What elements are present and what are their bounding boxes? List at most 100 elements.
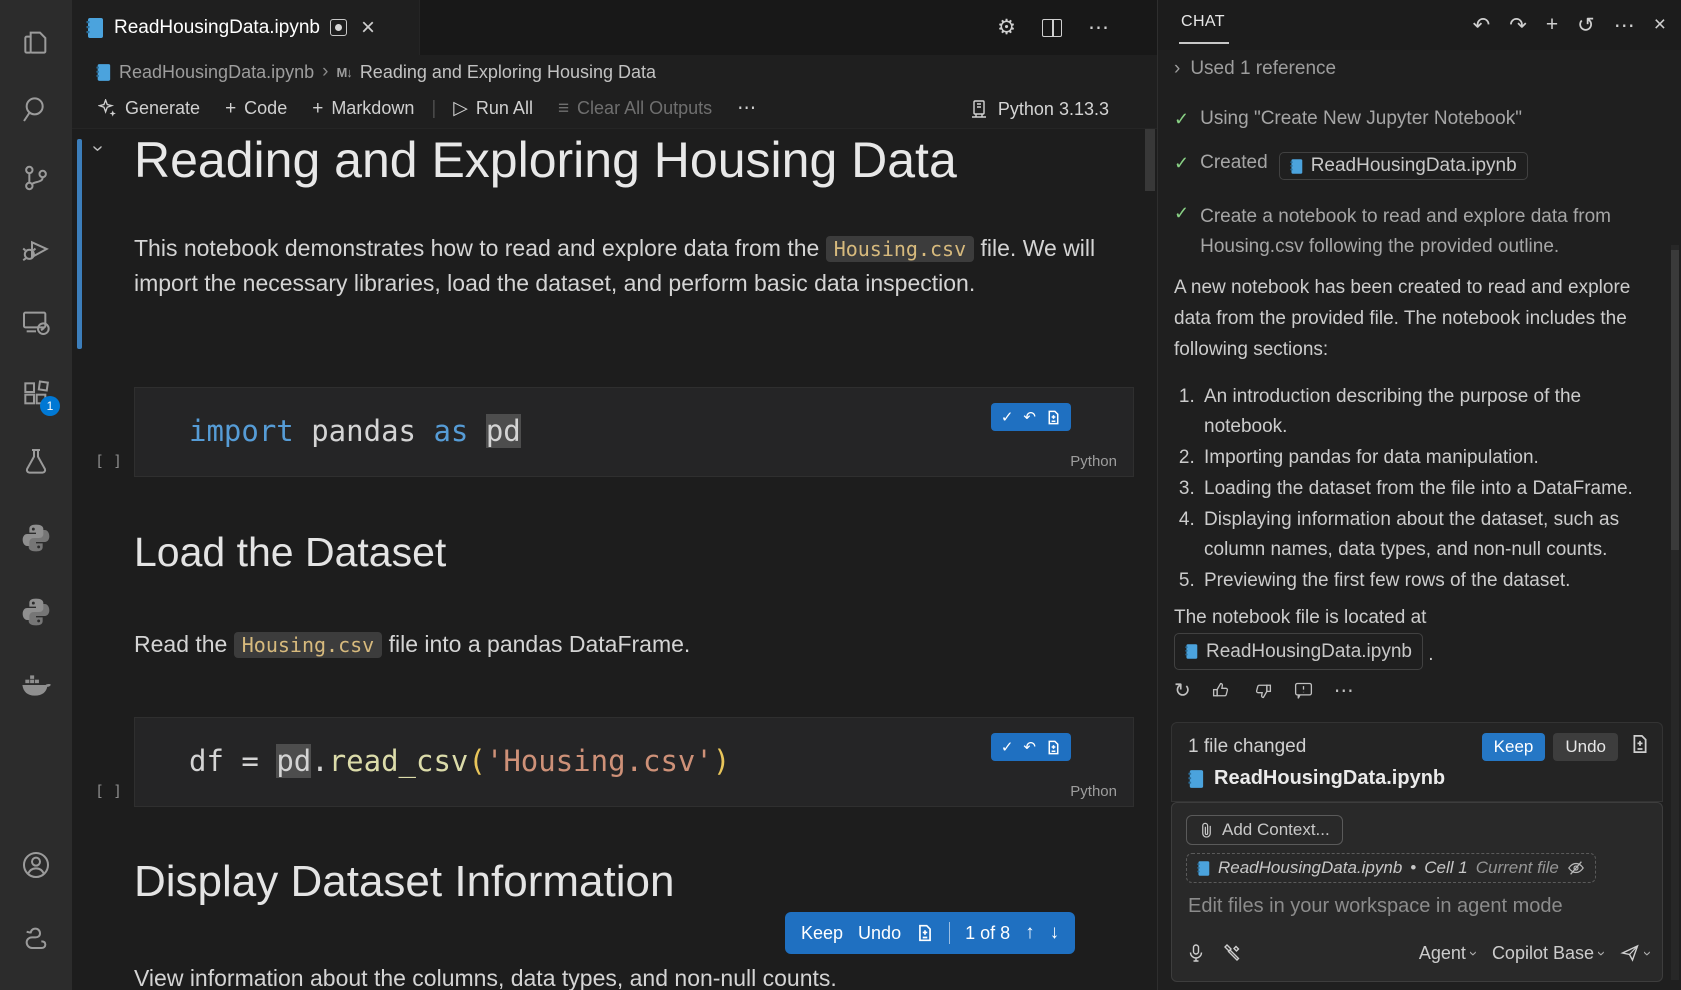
report-issue-icon[interactable] [1293,680,1314,701]
add-code-label: Code [244,98,287,119]
located-file-name: ReadHousingData.ipynb [1206,636,1412,667]
run-debug-icon[interactable] [0,221,72,277]
mic-icon[interactable] [1186,943,1206,963]
modified-indicator-icon[interactable] [330,19,347,36]
location-text-period: . [1428,644,1433,665]
add-markdown-button[interactable]: + Markdown [304,94,422,124]
changed-file-name: ReadHousingData.ipynb [1214,767,1445,790]
source-control-icon[interactable] [0,150,72,206]
rerun-request-icon[interactable]: ↻ [1174,678,1191,703]
keep-all-button[interactable]: Keep [1482,733,1546,761]
chat-input-box[interactable]: Add Context... ReadHousingData.ipynb • C… [1171,802,1663,982]
code-line[interactable]: df = pd.read_csv('Housing.csv') [189,744,730,778]
toolbar-divider: | [431,98,436,120]
cell-language-label[interactable]: Python [1070,453,1117,470]
add-context-button[interactable]: Add Context... [1186,815,1343,845]
editor-more-icon[interactable]: ⋯ [1088,15,1109,40]
new-chat-icon[interactable]: + [1546,13,1558,37]
docker-icon[interactable] [0,657,72,713]
undo-button[interactable]: Undo [858,923,901,944]
code-token: read_csv [329,744,469,778]
python-icon[interactable] [0,510,72,566]
editor-scrollbar[interactable] [1145,129,1155,191]
created-file-name: ReadHousingData.ipynb [1311,155,1517,177]
breadcrumb-file[interactable]: ReadHousingData.ipynb [119,62,314,83]
toolbar-more-button[interactable]: ⋯ [729,93,764,124]
inline-code-housing-csv: Housing.csv [234,632,382,658]
accept-edit-icon[interactable]: ✓ [1001,738,1014,756]
code-cell-read-csv[interactable]: df = pd.read_csv('Housing.csv') ✓ ↶ [ ] … [134,717,1134,807]
generate-button[interactable]: Generate [90,94,208,123]
chat-scrollbar-thumb[interactable] [1671,250,1679,550]
cell-language-label[interactable]: Python [1070,783,1117,800]
edit-review-pill[interactable]: ✓ ↶ [991,733,1071,761]
chevron-down-icon[interactable]: › [1639,951,1656,956]
chat-history-icon[interactable]: ↺ [1577,13,1595,38]
tab-readhousingdata[interactable]: ReadHousingData.ipynb × [72,0,420,55]
created-file-pill[interactable]: ReadHousingData.ipynb [1279,152,1528,180]
accept-edit-icon[interactable]: ✓ [1001,408,1014,426]
previous-edit-icon[interactable]: ↑ [1025,922,1035,944]
next-edit-icon[interactable]: ↓ [1050,922,1060,944]
code-token: . [311,744,328,778]
eye-off-icon[interactable] [1567,859,1585,877]
chat-redo-icon[interactable]: ↷ [1509,13,1527,38]
diff-file-icon[interactable] [1046,740,1061,755]
thumbs-down-icon[interactable] [1252,680,1273,701]
run-all-button[interactable]: ▷ Run All [445,93,541,124]
chat-more-icon[interactable]: ⋯ [1614,13,1635,38]
code-line[interactable]: import pandas as pd [189,414,521,448]
diff-file-icon[interactable] [916,924,934,942]
account-icon[interactable] [0,837,72,893]
add-markdown-label: Markdown [331,98,414,119]
code-token: as [433,414,468,448]
diff-file-icon[interactable] [1046,410,1061,425]
chat-input-placeholder[interactable]: Edit files in your workspace in agent mo… [1188,895,1563,918]
collapse-cell-icon[interactable]: › [86,145,109,152]
file-location-text: The notebook file is located at ReadHous… [1174,602,1434,670]
feedback-more-icon[interactable]: ⋯ [1334,678,1354,703]
chat-undo-icon[interactable]: ↶ [1473,13,1491,38]
chat-close-icon[interactable]: × [1654,13,1666,37]
testing-icon[interactable] [0,434,72,490]
execution-count: [ ] [95,452,122,470]
send-button[interactable]: › [1620,943,1650,963]
inline-code-housing-csv: Housing.csv [826,236,974,262]
split-editor-icon[interactable] [1042,19,1062,37]
located-file-pill[interactable]: ReadHousingData.ipynb [1174,633,1423,670]
snake-manage-icon[interactable] [0,912,72,968]
add-code-button[interactable]: + Code [217,94,295,124]
explorer-icon[interactable] [0,14,72,70]
thumbs-up-icon[interactable] [1211,680,1232,701]
paperclip-icon [1199,822,1214,839]
tools-icon[interactable] [1222,943,1242,963]
kernel-picker[interactable]: Python 3.13.3 [969,89,1109,129]
gear-icon[interactable]: ⚙ [997,15,1016,40]
agent-mode-label: Agent [1419,943,1466,964]
extensions-icon[interactable]: 1 [0,366,72,422]
discard-edit-icon[interactable]: ↶ [1023,738,1036,756]
breadcrumb-section[interactable]: Reading and Exploring Housing Data [360,62,656,83]
tab-close-icon[interactable]: × [361,16,375,40]
undo-all-button[interactable]: Undo [1553,733,1618,761]
notebook-file-icon [1185,643,1198,660]
changed-file-row[interactable]: ReadHousingData.ipynb [1188,767,1445,790]
keep-button[interactable]: Keep [801,923,843,944]
attached-context-pill[interactable]: ReadHousingData.ipynb • Cell 1 Current f… [1186,853,1596,883]
code-cell-import[interactable]: import pandas as pd ✓ ↶ [ ] Python [134,387,1134,477]
remote-explorer-icon[interactable] [0,294,72,350]
model-picker[interactable]: Copilot Base › [1492,943,1604,964]
agent-mode-picker[interactable]: Agent › [1419,943,1476,964]
discard-edit-icon[interactable]: ↶ [1023,408,1036,426]
used-references-row[interactable]: › Used 1 reference [1174,58,1336,80]
editor-group: ReadHousingData.ipynb × ⚙ ⋯ ReadHousingD… [72,0,1157,990]
extensions-badge: 1 [40,396,60,416]
used-references-label: Used 1 reference [1190,58,1336,80]
search-icon[interactable] [0,81,72,137]
clear-all-outputs-button[interactable]: ≡ Clear All Outputs [550,94,720,124]
edit-review-pill[interactable]: ✓ ↶ [991,403,1071,431]
view-diff-button[interactable] [1630,734,1650,760]
chat-tab[interactable]: CHAT [1181,13,1225,31]
code-token-highlighted: pd [486,414,521,448]
python-envs-icon[interactable] [0,584,72,640]
